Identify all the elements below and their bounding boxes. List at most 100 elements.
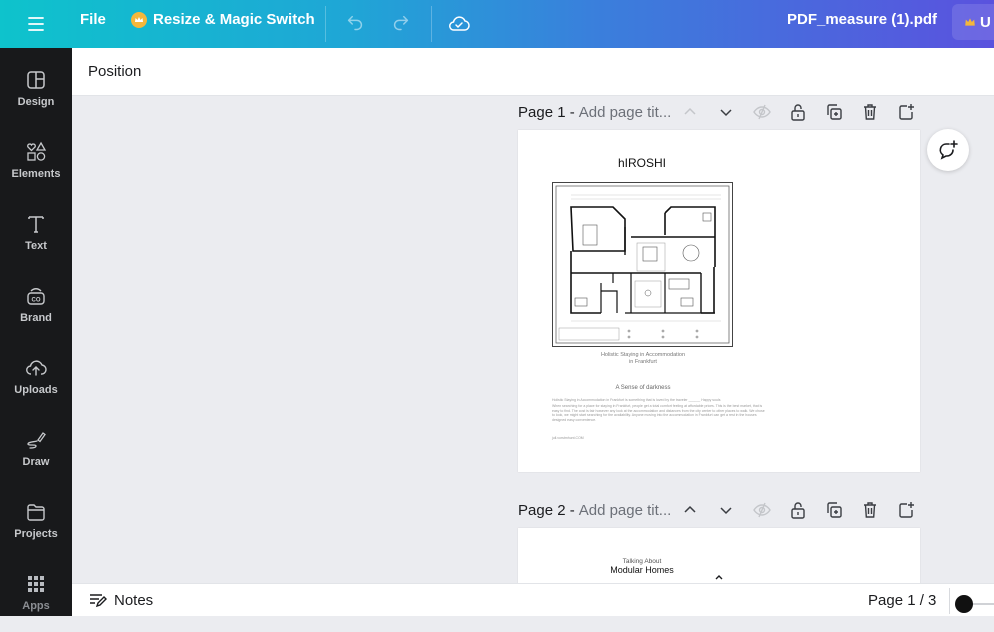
sidebar-label: Apps	[22, 600, 50, 612]
sidebar-label: Draw	[22, 456, 50, 468]
add-page-icon	[899, 502, 914, 518]
editor-canvas: Page 1 - Add page tit... hIROSHI Holisti…	[72, 97, 994, 583]
page-2-title: Modular Homes	[610, 565, 674, 575]
notes-label: Notes	[114, 591, 154, 609]
add-page-button[interactable]	[894, 100, 918, 124]
hide-page-button[interactable]	[750, 498, 774, 522]
left-sidebar: Design Elements Text CO Brand Uploads Dr…	[0, 48, 72, 616]
caption-line-1: Holistic Staying in Accommodation	[600, 352, 686, 358]
hide-page-button[interactable]	[750, 100, 774, 124]
crown-icon	[131, 11, 147, 28]
sidebar-label: Projects	[14, 528, 58, 540]
redo-icon	[393, 15, 409, 31]
eye-hidden-icon	[753, 104, 771, 120]
move-page-up-button[interactable]	[678, 100, 702, 124]
sidebar-item-draw[interactable]: Draw	[0, 424, 72, 488]
elements-icon	[27, 141, 47, 161]
bottom-divider	[949, 588, 950, 614]
page-number: Page 1 -	[518, 103, 575, 121]
cloud-check-icon	[449, 16, 470, 31]
upgrade-label: U	[980, 13, 991, 31]
undo-button[interactable]	[341, 10, 369, 38]
eye-hidden-icon	[753, 502, 771, 518]
chevron-up-icon	[684, 107, 696, 115]
svg-text:CO: CO	[32, 298, 41, 304]
unlock-icon	[791, 104, 805, 121]
sidebar-item-brand[interactable]: CO Brand	[0, 280, 72, 344]
sidebar-item-text[interactable]: Text	[0, 208, 72, 272]
page-title-input[interactable]: Add page tit...	[579, 502, 672, 519]
upgrade-button[interactable]: U	[952, 4, 994, 40]
move-page-down-button[interactable]	[714, 100, 738, 124]
delete-page-button[interactable]	[858, 100, 882, 124]
lock-page-button[interactable]	[786, 100, 810, 124]
sidebar-item-apps[interactable]: Apps	[0, 568, 72, 632]
move-page-down-button[interactable]	[714, 498, 738, 522]
toolbar-divider	[325, 6, 326, 42]
notes-button[interactable]: Notes	[88, 591, 153, 609]
lock-page-button[interactable]	[786, 498, 810, 522]
comment-add-icon	[939, 140, 958, 160]
position-panel-header: Position	[72, 48, 994, 96]
chevron-down-icon	[720, 109, 732, 117]
resize-magic-switch-button[interactable]: Resize & Magic Switch	[131, 11, 315, 28]
sidebar-label: Brand	[20, 312, 52, 324]
move-page-up-button[interactable]	[678, 498, 702, 522]
page-1-canvas[interactable]: hIROSHI Holistic Staying in Accommodatio…	[518, 130, 920, 472]
unlock-icon	[791, 502, 805, 519]
expand-page-strip-button[interactable]	[683, 570, 755, 584]
sidebar-item-uploads[interactable]: Uploads	[0, 352, 72, 416]
sidebar-item-projects[interactable]: Projects	[0, 496, 72, 560]
apps-grid-icon	[28, 576, 44, 592]
top-toolbar: File Resize & Magic Switch PDF_measure (…	[0, 0, 994, 48]
duplicate-page-button[interactable]	[822, 100, 846, 124]
bottom-bar: Notes Page 1 / 3	[72, 583, 994, 616]
sidebar-item-design[interactable]: Design	[0, 64, 72, 128]
page-header: Page 1 - Add page tit...	[518, 97, 928, 127]
delete-page-button[interactable]	[858, 498, 882, 522]
crown-icon	[965, 18, 975, 26]
add-page-button[interactable]	[894, 498, 918, 522]
design-icon	[27, 71, 45, 89]
folder-icon	[27, 504, 45, 521]
paragraph-body: When searching for a place for staying i…	[552, 404, 765, 422]
undo-icon	[347, 15, 363, 31]
page-indicator[interactable]: Page 1 / 3	[868, 592, 936, 609]
add-page-icon	[899, 104, 914, 120]
cloud-save-status-button[interactable]	[445, 10, 473, 38]
section-heading: A Sense of darkness	[615, 385, 671, 391]
brand-icon: CO	[27, 288, 45, 305]
document-title[interactable]: PDF_measure (1).pdf	[787, 11, 937, 28]
draw-pen-icon	[27, 432, 46, 449]
duplicate-page-button[interactable]	[822, 498, 846, 522]
sidebar-label: Uploads	[14, 384, 58, 396]
duplicate-icon	[827, 104, 842, 120]
redo-button[interactable]	[387, 10, 415, 38]
page-title-input[interactable]: Add page tit...	[579, 104, 672, 121]
sidebar-label: Design	[17, 96, 55, 108]
file-menu-button[interactable]: File	[80, 11, 106, 28]
footer-website: jull.vorstmhunt.COM	[552, 436, 584, 440]
resize-label: Resize & Magic Switch	[153, 11, 315, 28]
sidebar-label: Elements	[11, 168, 61, 180]
floor-plan-image[interactable]	[552, 182, 733, 347]
chevron-up-icon	[715, 575, 723, 580]
page-2-subtitle: Talking About	[622, 558, 662, 565]
paragraph-intro: Holistic Staying in Accommodation in Fra…	[552, 398, 721, 402]
chevron-up-icon	[684, 505, 696, 513]
text-icon	[28, 216, 44, 233]
chevron-down-icon	[720, 507, 732, 515]
floor-plan-drawing	[555, 185, 730, 344]
caption-line-2: in Frankfurt	[629, 359, 657, 365]
panel-title: Position	[88, 63, 142, 80]
menu-button[interactable]	[24, 12, 48, 36]
page-number: Page 2 -	[518, 501, 575, 519]
trash-icon	[864, 502, 876, 518]
page-header: Page 2 - Add page tit...	[518, 495, 928, 525]
cloud-upload-icon	[26, 360, 47, 376]
add-comment-button[interactable]	[927, 129, 969, 171]
toolbar-divider	[431, 6, 432, 42]
duplicate-icon	[827, 502, 842, 518]
sidebar-item-elements[interactable]: Elements	[0, 136, 72, 200]
zoom-slider-thumb[interactable]	[955, 595, 973, 613]
